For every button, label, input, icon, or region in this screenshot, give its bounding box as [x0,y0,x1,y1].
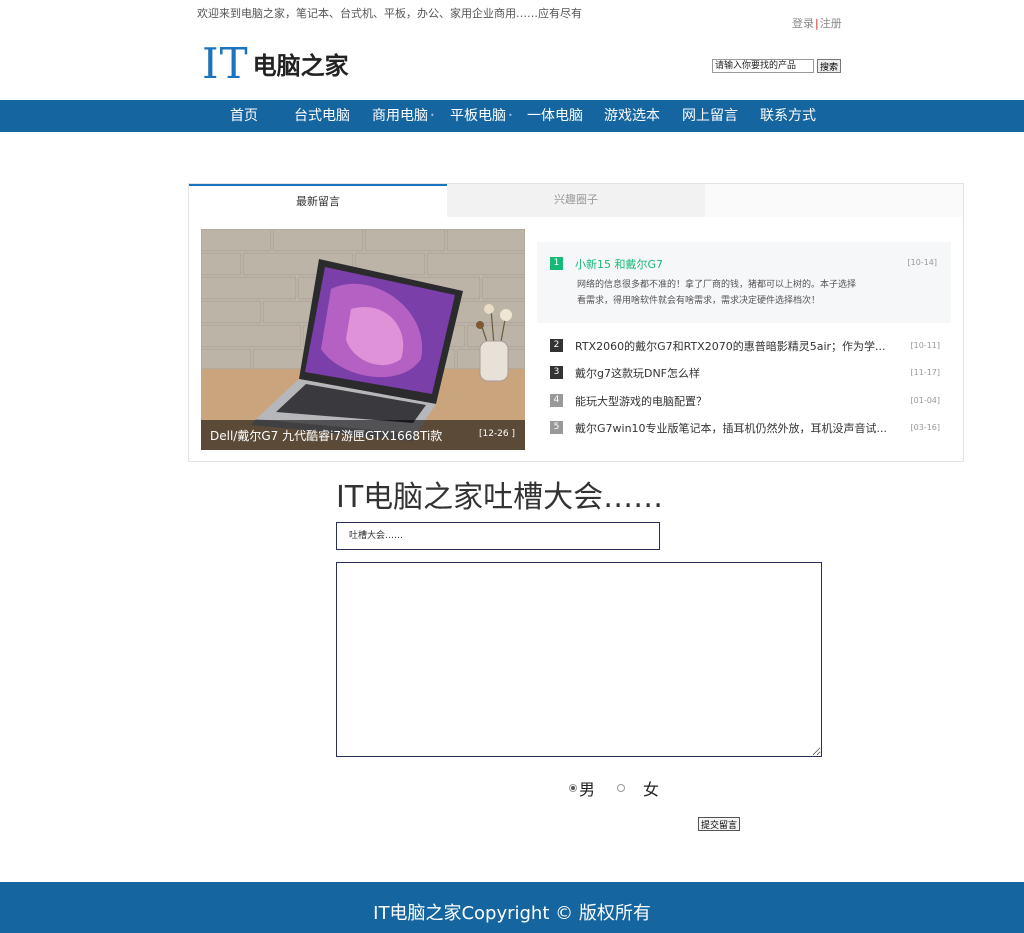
nav-item-home[interactable]: 首页 [230,100,258,132]
tab-latest-messages[interactable]: 最新留言 [189,184,447,217]
message-textarea[interactable] [336,562,822,757]
nav-item-tablet-label: 平板电脑 [450,108,506,124]
rank-badge: 3 [550,366,563,379]
site-logo[interactable]: IT 电脑之家 [202,39,349,88]
main-nav: 首页 台式电脑 商用电脑 • 平板电脑 • 一体电脑 游戏选本 网上留言 联系方式 [0,100,1024,132]
nav-item-tablet[interactable]: 平板电脑 • [450,100,513,132]
list-item[interactable]: 5 戴尔G7win10专业版笔记本，插耳机仍然外放，耳机没声音试... [03-… [550,419,940,437]
featured-photo[interactable]: Dell/戴尔G7 九代酷睿i7游匣GTX1668Ti款 [12-26 ] [201,229,525,450]
panel-tabs: 最新留言 兴趣圈子 [189,184,963,217]
nav-item-gaming[interactable]: 游戏选本 [604,100,660,132]
laptop-photo-image [201,229,525,450]
list-item-title[interactable]: 戴尔G7win10专业版笔记本，插耳机仍然外放，耳机没声音试... [575,420,887,436]
list-item-date: [11-17] [910,368,941,377]
radio-male[interactable] [569,784,577,792]
list-item-date: [01-04] [910,396,941,405]
login-link[interactable]: 登录 [792,17,814,30]
radio-female[interactable] [617,784,625,792]
featured-message-desc: 网络的信息很多都不准的！拿了厂商的钱，猪都可以上树的。本子选择看需求，得用啥软件… [577,280,857,306]
list-item[interactable]: 2 RTX2060的戴尔G7和RTX2070的惠普暗影精灵5air；作为学...… [550,337,940,355]
nav-item-contact[interactable]: 联系方式 [760,100,816,132]
photo-caption-title[interactable]: Dell/戴尔G7 九代酷睿i7游匣GTX1668Ti款 [210,427,442,444]
logo-it: IT [202,39,249,88]
list-item-date: [10-11] [910,341,941,350]
list-item-date: [03-16] [910,423,941,432]
list-item-title[interactable]: RTX2060的戴尔G7和RTX2070的惠普暗影精灵5air；作为学... [575,338,886,354]
rank-badge: 5 [550,421,563,434]
message-panel: 最新留言 兴趣圈子 Dell/戴尔G7 九代酷睿i7游匣GTX1668Ti款 [… [188,183,964,462]
submit-button[interactable]: 提交留言 [698,817,741,831]
welcome-text: 欢迎来到电脑之家，笔记本、台式机、平板，办公、家用企业商用……应有尽有 [197,7,582,20]
subject-input[interactable] [336,522,660,550]
auth-links: 登录|注册 [792,15,842,31]
search-bar: 搜索 [712,59,842,73]
rank-badge: 1 [550,257,563,270]
list-item[interactable]: 3 戴尔g7这款玩DNF怎么样 [11-17] [550,364,940,382]
nav-item-business-label: 商用电脑 [372,108,428,124]
tab-interest-circle[interactable]: 兴趣圈子 [447,184,705,217]
search-input[interactable] [712,59,814,73]
register-link[interactable]: 注册 [820,17,842,30]
dropdown-dot-icon: • [430,111,435,120]
footer-copyright: IT电脑之家Copyright © 版权所有 [373,903,651,924]
nav-item-business[interactable]: 商用电脑 • [372,100,435,132]
site-footer: IT电脑之家Copyright © 版权所有 [0,882,1024,933]
auth-divider: | [815,17,819,30]
gender-female-option[interactable]: 女 [617,776,659,800]
gender-male-label: 男 [579,780,596,799]
gender-male-option[interactable]: 男 [569,776,595,800]
nav-item-allinone[interactable]: 一体电脑 [527,100,583,132]
nav-item-desktop[interactable]: 台式电脑 [294,100,350,132]
featured-message[interactable]: 1 小新15 和戴尔G7 [10-14] 网络的信息很多都不准的！拿了厂商的钱，… [537,242,951,323]
rank-badge: 2 [550,339,563,352]
list-item[interactable]: 4 能玩大型游戏的电脑配置？ [01-04] [550,392,940,410]
gender-female-label: 女 [643,780,660,799]
list-item-title[interactable]: 戴尔g7这款玩DNF怎么样 [575,365,700,381]
featured-message-title[interactable]: 小新15 和戴尔G7 [575,256,663,272]
dropdown-dot-icon: • [508,111,513,120]
rank-badge: 4 [550,394,563,407]
tab-spacer [705,184,963,217]
guestbook-heading: IT电脑之家吐槽大会…… [336,480,664,515]
photo-caption: Dell/戴尔G7 九代酷睿i7游匣GTX1668Ti款 [12-26 ] [201,420,525,450]
nav-item-guestbook[interactable]: 网上留言 [682,100,738,132]
list-item-title[interactable]: 能玩大型游戏的电脑配置？ [575,393,707,409]
search-button[interactable]: 搜索 [817,59,842,73]
featured-message-date: [10-14] [907,258,938,267]
logo-name: 电脑之家 [252,52,349,80]
photo-caption-date: [12-26 ] [478,429,515,439]
